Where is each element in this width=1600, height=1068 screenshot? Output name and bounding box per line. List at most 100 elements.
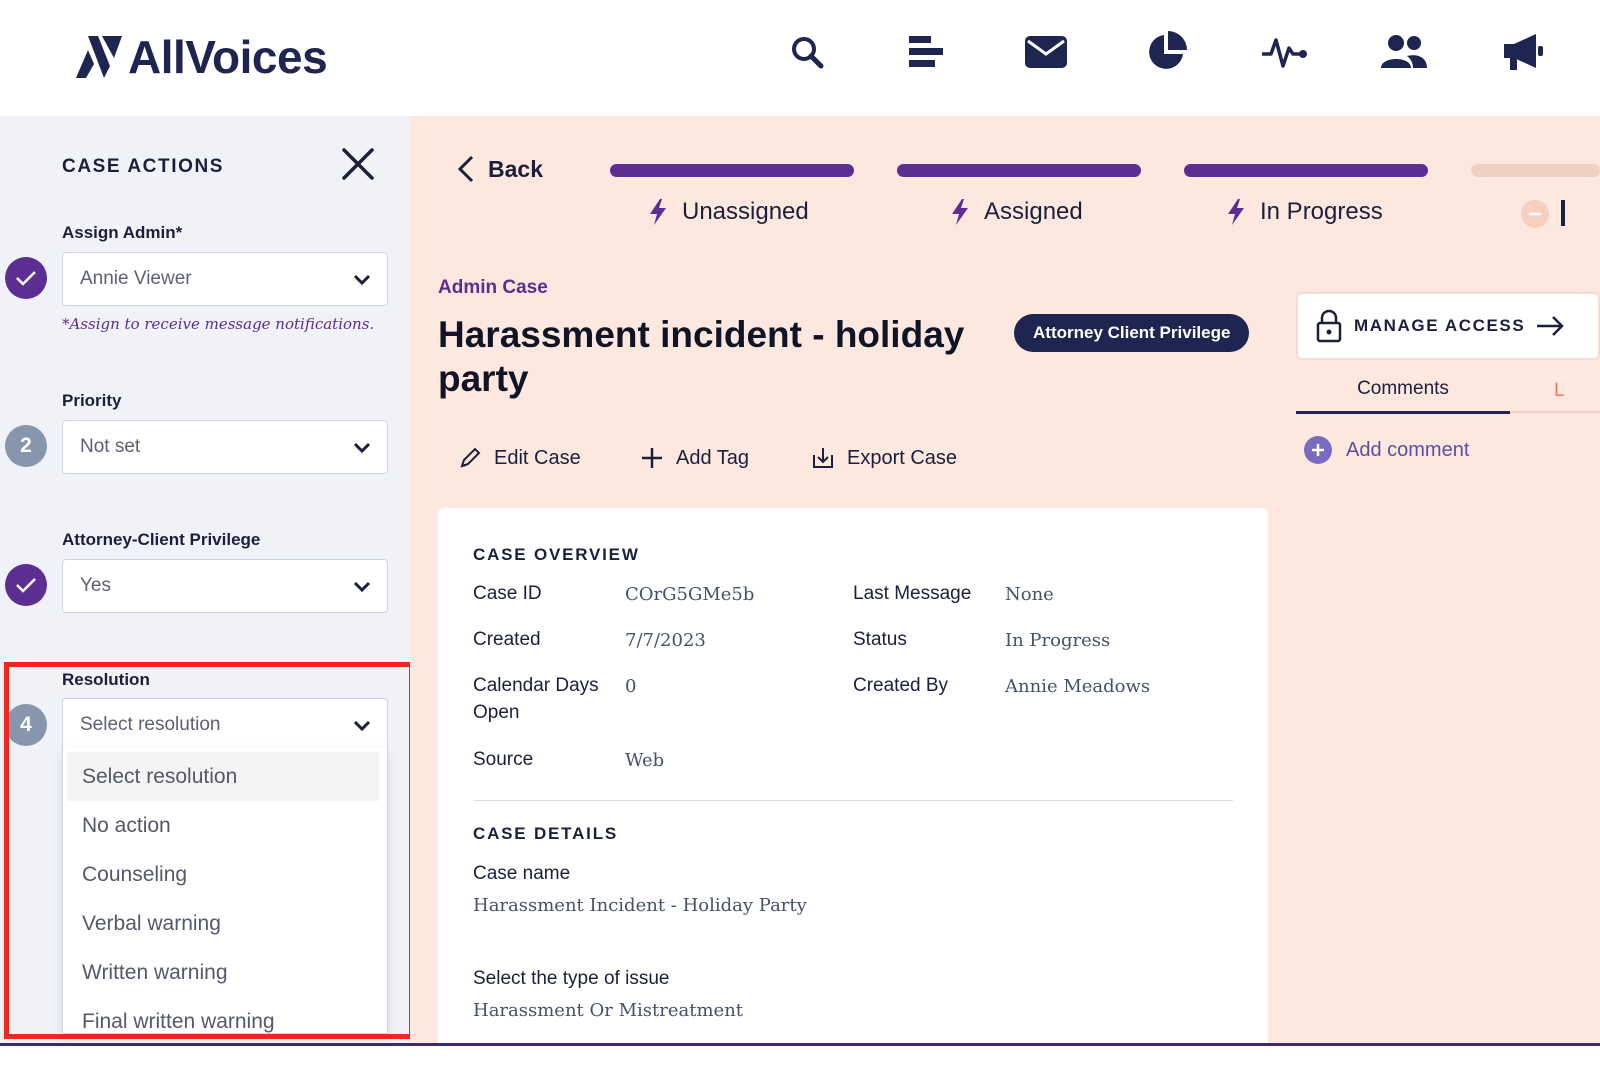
edit-case-label: Edit Case — [494, 446, 581, 469]
lightning-icon — [952, 199, 968, 225]
mail-icon[interactable] — [1022, 30, 1070, 74]
source-label: Source — [473, 749, 534, 770]
progress-bar-in-progress — [1184, 164, 1428, 177]
lightning-icon — [650, 199, 666, 225]
assign-admin-hint: *Assign to receive message notifications… — [62, 315, 375, 333]
privilege-select[interactable]: Yes — [62, 559, 388, 613]
list-icon[interactable] — [902, 30, 950, 74]
chevron-left-icon — [457, 155, 474, 183]
source-value: Web — [625, 750, 665, 771]
status-value: In Progress — [1005, 630, 1111, 651]
stage-label: In Progress — [1260, 198, 1383, 225]
days-open-label: Calendar Days Open — [473, 675, 599, 723]
created-by-value: Annie Meadows — [1005, 676, 1151, 697]
case-id-value: COrG5GMe5b — [625, 584, 755, 605]
step-number-4: 4 — [5, 704, 47, 746]
chevron-down-icon — [353, 581, 371, 593]
last-message-label: Last Message — [853, 583, 972, 604]
manage-access-button[interactable]: MANAGE ACCESS — [1296, 292, 1600, 360]
section-divider — [473, 800, 1233, 801]
check-icon — [5, 564, 47, 606]
stage-in-progress: In Progress — [1226, 198, 1383, 226]
progress-bar-unassigned — [610, 164, 854, 177]
priority-label: Priority — [62, 391, 122, 410]
case-overview-title: CASE OVERVIEW — [473, 545, 640, 564]
case-title: Harassment incident - holiday party — [438, 314, 965, 399]
last-message-value: None — [1005, 584, 1054, 605]
resolution-dropdown-list: Select resolution No action Counseling V… — [62, 748, 388, 1034]
chevron-down-icon — [353, 442, 371, 454]
download-icon — [813, 448, 833, 468]
lightning-icon — [1228, 199, 1244, 225]
stage-assigned: Assigned — [950, 198, 1083, 226]
assign-admin-select[interactable]: Annie Viewer — [62, 252, 388, 306]
top-header: AllVoices — [0, 0, 1600, 116]
priority-value: Not set — [80, 436, 141, 457]
megaphone-icon[interactable] — [1500, 30, 1548, 74]
back-button[interactable]: Back — [456, 154, 543, 184]
edit-case-button[interactable]: Edit Case — [458, 446, 581, 470]
add-tag-button[interactable]: Add Tag — [640, 446, 749, 470]
step-number-2: 2 — [5, 425, 47, 467]
created-label: Created — [473, 629, 541, 650]
tab-underline — [1510, 411, 1600, 413]
plus-icon — [642, 448, 662, 468]
resolution-label: Resolution — [62, 670, 150, 689]
allvoices-logo[interactable]: AllVoices — [76, 31, 328, 83]
pie-chart-icon[interactable] — [1142, 30, 1190, 74]
case-name-value: Harassment Incident - Holiday Party — [473, 895, 807, 916]
tab-comments[interactable]: Comments — [1296, 378, 1510, 414]
status-label: Status — [853, 629, 907, 650]
issue-type-label: Select the type of issue — [473, 968, 670, 989]
lock-icon — [1316, 309, 1342, 343]
resolution-placeholder: Select resolution — [80, 714, 221, 735]
add-tag-label: Add Tag — [676, 446, 750, 469]
close-icon[interactable] — [340, 146, 376, 182]
manage-access-label: MANAGE ACCESS — [1354, 316, 1526, 335]
check-icon — [5, 257, 47, 299]
pencil-icon — [460, 447, 481, 468]
stage-cutoff-text — [1561, 200, 1565, 226]
tab-other[interactable]: L — [1554, 380, 1565, 402]
stage-unassigned: Unassigned — [648, 198, 809, 226]
resolution-option[interactable]: No action — [63, 801, 387, 850]
resolution-option[interactable]: Counseling — [63, 850, 387, 899]
case-type-label: Admin Case — [438, 277, 548, 298]
created-by-label: Created By — [853, 675, 949, 696]
sidebar-title: CASE ACTIONS — [62, 156, 225, 177]
chevron-down-icon — [353, 274, 371, 286]
priority-select[interactable]: Not set — [62, 420, 388, 474]
add-comment-label: Add comment — [1346, 438, 1470, 461]
arrow-right-icon — [1537, 316, 1565, 336]
chevron-down-icon — [353, 720, 371, 732]
days-open-value: 0 — [625, 676, 637, 697]
back-label: Back — [488, 155, 543, 182]
resolution-option[interactable]: Final written warning — [63, 997, 387, 1033]
resolution-select[interactable]: Select resolution — [62, 698, 388, 752]
logo-mark-icon — [76, 36, 122, 78]
issue-type-value: Harassment Or Mistreatment — [473, 1000, 744, 1021]
plus-circle-icon — [1304, 436, 1332, 464]
assign-admin-value: Annie Viewer — [80, 268, 192, 289]
resolution-option[interactable]: Written warning — [63, 948, 387, 997]
resolution-option[interactable]: Verbal warning — [63, 899, 387, 948]
stage-label: Assigned — [984, 198, 1083, 225]
case-id-label: Case ID — [473, 583, 542, 604]
resolution-option[interactable]: Select resolution — [67, 752, 379, 801]
privilege-label: Attorney-Client Privilege — [62, 530, 261, 549]
created-value: 7/7/2023 — [625, 630, 706, 651]
activity-icon[interactable] — [1261, 30, 1309, 74]
case-details-title: CASE DETAILS — [473, 824, 619, 843]
add-comment-button[interactable]: Add comment — [1304, 436, 1469, 464]
minus-circle-icon — [1521, 200, 1549, 228]
progress-bar-next — [1471, 164, 1600, 177]
logo-text: AllVoices — [128, 31, 328, 83]
users-icon[interactable] — [1380, 30, 1428, 74]
stage-label: Unassigned — [682, 198, 809, 225]
export-case-label: Export Case — [847, 446, 958, 469]
assign-admin-label: Assign Admin* — [62, 223, 183, 242]
bottom-strip — [0, 1046, 1600, 1068]
privilege-value: Yes — [80, 575, 111, 596]
export-case-button[interactable]: Export Case — [811, 446, 957, 470]
search-icon[interactable] — [783, 30, 831, 74]
